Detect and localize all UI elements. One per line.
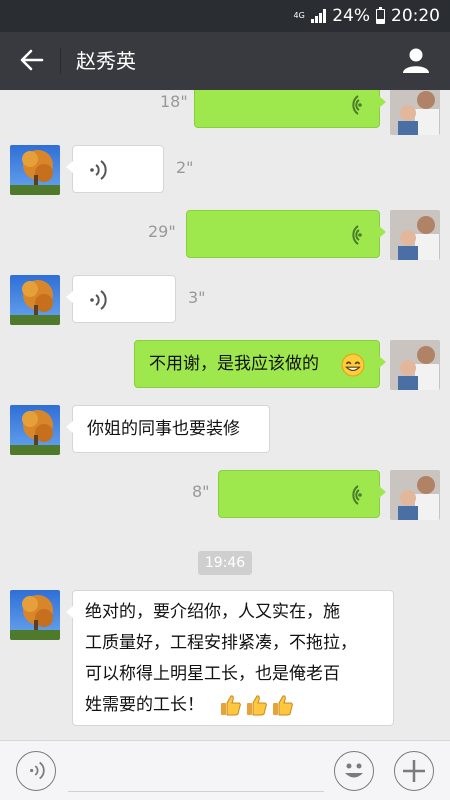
my-avatar[interactable] xyxy=(390,210,440,260)
my-avatar[interactable] xyxy=(390,90,440,135)
message-input[interactable] xyxy=(68,791,324,792)
text-message-bubble[interactable]: 不用谢，是我应该做的 xyxy=(134,340,386,388)
status-bar: 4G 24% 20:20 xyxy=(0,0,450,32)
my-avatar[interactable] xyxy=(390,340,440,390)
voice-duration: 8" xyxy=(192,482,210,501)
battery-icon xyxy=(376,6,385,24)
chat-area[interactable]: 18" 2" 29" 3" 不用谢，是我应该做的 你姐的同事也要装修 8" 19… xyxy=(0,90,450,740)
voice-wave-icon xyxy=(352,95,362,115)
smile-icon xyxy=(345,763,363,778)
timestamp-chip: 19:46 xyxy=(198,551,252,575)
input-bar xyxy=(0,740,450,800)
signal-icon xyxy=(311,9,327,23)
battery-level: 24% xyxy=(332,6,370,26)
grin-emoji-icon xyxy=(341,353,365,377)
plus-icon xyxy=(403,760,425,782)
thumbs-up-icon xyxy=(247,695,267,716)
voice-message-bubble[interactable] xyxy=(194,90,386,128)
contact-avatar[interactable] xyxy=(10,275,60,325)
emoji-button[interactable] xyxy=(334,751,374,791)
contact-avatar[interactable] xyxy=(10,405,60,455)
voice-wave-icon xyxy=(352,485,362,505)
text-message-bubble[interactable]: 你姐的同事也要装修 xyxy=(66,405,270,453)
contact-avatar[interactable] xyxy=(10,145,60,195)
voice-wave-icon xyxy=(90,290,107,310)
chat-header: 赵秀英 xyxy=(0,32,450,90)
text-message-bubble[interactable]: 绝对的，要介绍你，人又实在，施 工质量好，工程安排紧凑，不拖拉， 可以称得上明星… xyxy=(66,590,394,726)
message-text-line: 姓需要的工长！ xyxy=(85,695,204,715)
thumbs-up-emoji-group xyxy=(219,693,295,717)
message-text-line: 绝对的，要介绍你，人又实在，施 xyxy=(85,602,340,622)
voice-duration: 29" xyxy=(148,222,176,241)
message-text-line: 工质量好，工程安排紧凑，不拖拉， xyxy=(85,633,357,653)
status-icons: 4G 24% 20:20 xyxy=(293,5,440,27)
voice-duration: 3" xyxy=(188,288,206,307)
message-text: 不用谢，是我应该做的 xyxy=(149,354,319,374)
voice-input-button[interactable] xyxy=(16,751,56,791)
message-text-line: 可以称得上明星工长，也是俺老百 xyxy=(85,664,340,684)
back-arrow-icon[interactable] xyxy=(18,46,46,74)
voice-message-bubble[interactable] xyxy=(218,470,386,518)
more-button[interactable] xyxy=(394,751,434,791)
voice-message-bubble[interactable] xyxy=(66,275,176,323)
clock: 20:20 xyxy=(391,6,440,26)
voice-message-bubble[interactable] xyxy=(66,145,164,193)
message-text: 你姐的同事也要装修 xyxy=(87,419,240,439)
voice-duration: 18" xyxy=(160,92,188,111)
contact-name: 赵秀英 xyxy=(76,49,136,73)
thumbs-up-icon xyxy=(273,695,293,716)
contact-avatar[interactable] xyxy=(10,590,60,640)
header-divider xyxy=(60,48,61,74)
thumbs-up-icon xyxy=(221,695,241,716)
my-avatar[interactable] xyxy=(390,470,440,520)
voice-duration: 2" xyxy=(176,158,194,177)
voice-wave-icon xyxy=(90,160,107,180)
voice-message-bubble[interactable] xyxy=(186,210,386,258)
network-type: 4G xyxy=(293,11,305,20)
voice-wave-icon xyxy=(352,225,362,245)
voice-wave-icon xyxy=(30,761,45,780)
profile-icon[interactable] xyxy=(402,46,430,74)
